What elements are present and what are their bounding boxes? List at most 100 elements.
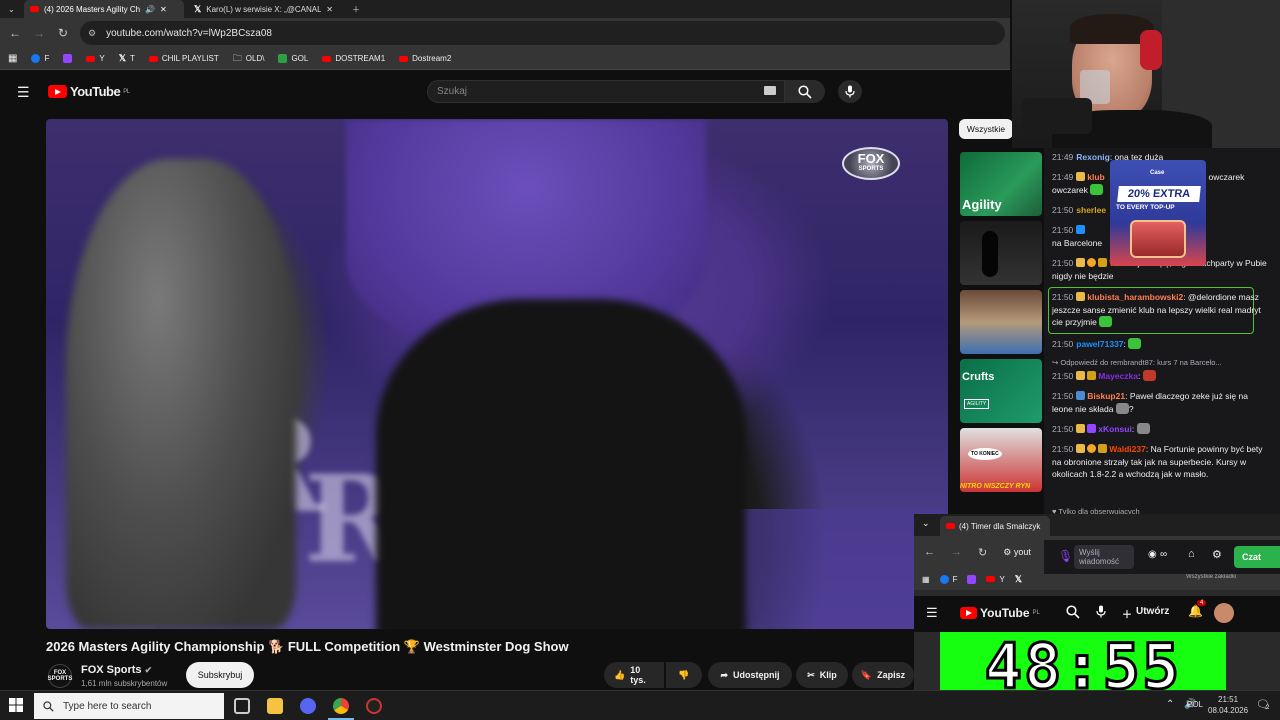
language-indicator[interactable]: POL (1187, 700, 1203, 709)
subscribe-button[interactable]: Subskrybuj (186, 662, 254, 688)
voice-search-button[interactable] (838, 80, 862, 103)
chat-message: 21:50 pawel71337: (1052, 338, 1270, 351)
crown-badge-icon (1076, 444, 1086, 453)
bookmark-dostream2[interactable]: Dostream2 (399, 54, 451, 63)
recommended-thumbnail[interactable] (960, 290, 1042, 354)
avatar[interactable] (1214, 603, 1234, 623)
url-bar[interactable]: ⚙ youtube.com/watch?v=lWp2BCsza08 (80, 21, 1005, 45)
like-button[interactable]: 👍 10 tys. (604, 662, 664, 688)
discord-icon[interactable] (300, 698, 316, 714)
tab-title: (4) 2026 Masters Agility Ch (44, 4, 141, 14)
recommended-thumbnail[interactable]: Crufts AGILITY (960, 359, 1042, 423)
recommended-thumbnail[interactable]: TO KONIEC NITRO NISZCZY RYN (960, 428, 1042, 492)
scissors-icon: ✂ (807, 669, 815, 680)
apps-grid-icon[interactable]: ▦ (922, 575, 930, 584)
save-button[interactable]: 🔖 Zapisz (852, 662, 914, 688)
youtube-logo[interactable]: YouTube PL (960, 606, 1040, 620)
emote-icon (1142, 370, 1156, 381)
forward-button[interactable]: → (27, 26, 51, 40)
badge-icon (1087, 444, 1097, 453)
obs-icon[interactable] (366, 698, 382, 714)
recommended-thumbnail[interactable]: Agility (960, 152, 1042, 216)
search-button[interactable] (1066, 605, 1080, 624)
tab-youtube[interactable]: (4) 2026 Masters Agility Ch 🔊 ✕ (24, 0, 184, 18)
channel-name[interactable]: FOX Sports ✔ (81, 664, 152, 676)
bookmark-dostream1[interactable]: DOSTREAM1 (322, 54, 385, 63)
mini-tab[interactable]: (4) Timer dla Smalczyk (940, 516, 1050, 536)
taskbar-clock[interactable]: 21:51 08.04.2026 (1208, 694, 1248, 716)
video-title: 2026 Masters Agility Championship 🐕 FULL… (46, 639, 569, 654)
bookmark-twitch[interactable] (63, 54, 73, 63)
bookmark-facebook[interactable]: F (31, 54, 49, 63)
microphone-icon[interactable]: 🎙 (1058, 549, 1073, 563)
recommended-thumbnail[interactable] (960, 221, 1042, 285)
close-icon[interactable]: ✕ (326, 5, 333, 14)
badge-icon (1098, 258, 1108, 267)
site-info-icon[interactable]: ⚙ (88, 28, 96, 39)
search-button[interactable] (785, 80, 825, 103)
bookmark-x[interactable]: 𝕏 (1015, 574, 1022, 585)
chevron-down-icon[interactable]: ⌄ (922, 518, 930, 529)
close-icon[interactable]: ✕ (160, 5, 167, 14)
share-button[interactable]: ➦ Udostępnij (708, 662, 792, 688)
dislike-button[interactable]: 👎 (666, 662, 702, 688)
filter-chip-all[interactable]: Wszystkie (959, 119, 1013, 139)
badge-icon (1098, 444, 1108, 453)
microphone-arm (1022, 98, 1092, 134)
bookmark-youtube[interactable]: Y (86, 54, 105, 63)
create-button[interactable]: ＋ Utwórz (1122, 606, 1169, 621)
keyboard-icon[interactable] (764, 86, 776, 95)
chevron-up-icon[interactable]: ⌃ (1166, 699, 1174, 710)
bookmark-facebook[interactable]: F (939, 574, 957, 584)
twitch-icon[interactable] (967, 574, 977, 584)
youtube-logo[interactable]: YouTube PL (48, 84, 130, 99)
bookmark-gol[interactable]: GOL (278, 54, 308, 63)
bookmark-x[interactable]: 𝕏T (119, 53, 135, 64)
bits-icon[interactable]: ∞ (1160, 549, 1167, 560)
forward-button[interactable]: → (951, 546, 962, 558)
video-player[interactable]: R R FOX SPORTS (46, 119, 948, 629)
windows-start-icon[interactable] (9, 698, 23, 717)
clip-button[interactable]: ✂ Klip (796, 662, 848, 688)
menu-icon[interactable]: ☰ (17, 84, 30, 101)
notifications-bell-icon[interactable]: 🔔 (1188, 604, 1203, 618)
new-tab-button[interactable]: ＋ (346, 0, 366, 18)
reload-button[interactable]: ↻ (978, 546, 987, 559)
store-icon[interactable]: ⌂ (1188, 548, 1195, 560)
bookmark-youtube[interactable]: Y (986, 575, 1005, 584)
crown-badge-icon (1076, 258, 1086, 267)
tab-x[interactable]: 𝕏 Karo(L) w serwisie X: „@CANAL ✕ (188, 0, 348, 18)
search-icon (1066, 605, 1080, 619)
chat-input[interactable]: Wyślij wiadomość (1074, 545, 1134, 569)
voice-search-button[interactable] (1096, 605, 1106, 623)
bookmark-chil-playlist[interactable]: CHIL PLAYLIST (148, 54, 219, 63)
badge-icon (1076, 391, 1086, 400)
chat-send-button[interactable]: Czat (1234, 546, 1280, 568)
back-button[interactable]: ← (924, 546, 935, 558)
taskbar-search-input[interactable]: Type here to search (34, 693, 224, 719)
chat-message: 21:50 Biskup21: Paweł dlaczego zeke już s… (1052, 391, 1248, 414)
gift-icon[interactable]: ◉ (1148, 549, 1157, 560)
twitch-icon (63, 54, 73, 63)
person-silhouette (982, 231, 998, 277)
youtube-play-icon (48, 85, 67, 98)
search-input[interactable]: Szukaj (427, 80, 785, 103)
file-explorer-icon[interactable] (267, 698, 283, 714)
apps-grid-icon[interactable]: ▦ (8, 53, 17, 64)
channel-avatar[interactable]: FOX SPORTS (48, 664, 72, 688)
menu-icon[interactable]: ☰ (926, 605, 938, 621)
badge-icon (1087, 258, 1097, 267)
case-ad-overlay: Case 20% EXTRA TO EVERY TOP-UP (1110, 160, 1206, 266)
mini-url-bar[interactable]: ⚙ yout (1003, 547, 1031, 558)
bookmark-old-folder[interactable]: 🗀 OLD\ (233, 51, 265, 67)
chrome-icon[interactable] (333, 698, 349, 714)
fox-sports-watermark: FOX SPORTS (842, 147, 900, 180)
back-button[interactable]: ← (3, 26, 27, 40)
reload-button[interactable]: ↻ (51, 26, 75, 40)
task-view-icon[interactable] (234, 698, 250, 714)
microphone-icon (845, 85, 855, 98)
tab-search-button[interactable]: ⌄ (2, 0, 24, 18)
share-icon: ➦ (720, 669, 729, 680)
emote-icon (1128, 338, 1142, 349)
gear-icon[interactable]: ⚙ (1212, 548, 1222, 561)
